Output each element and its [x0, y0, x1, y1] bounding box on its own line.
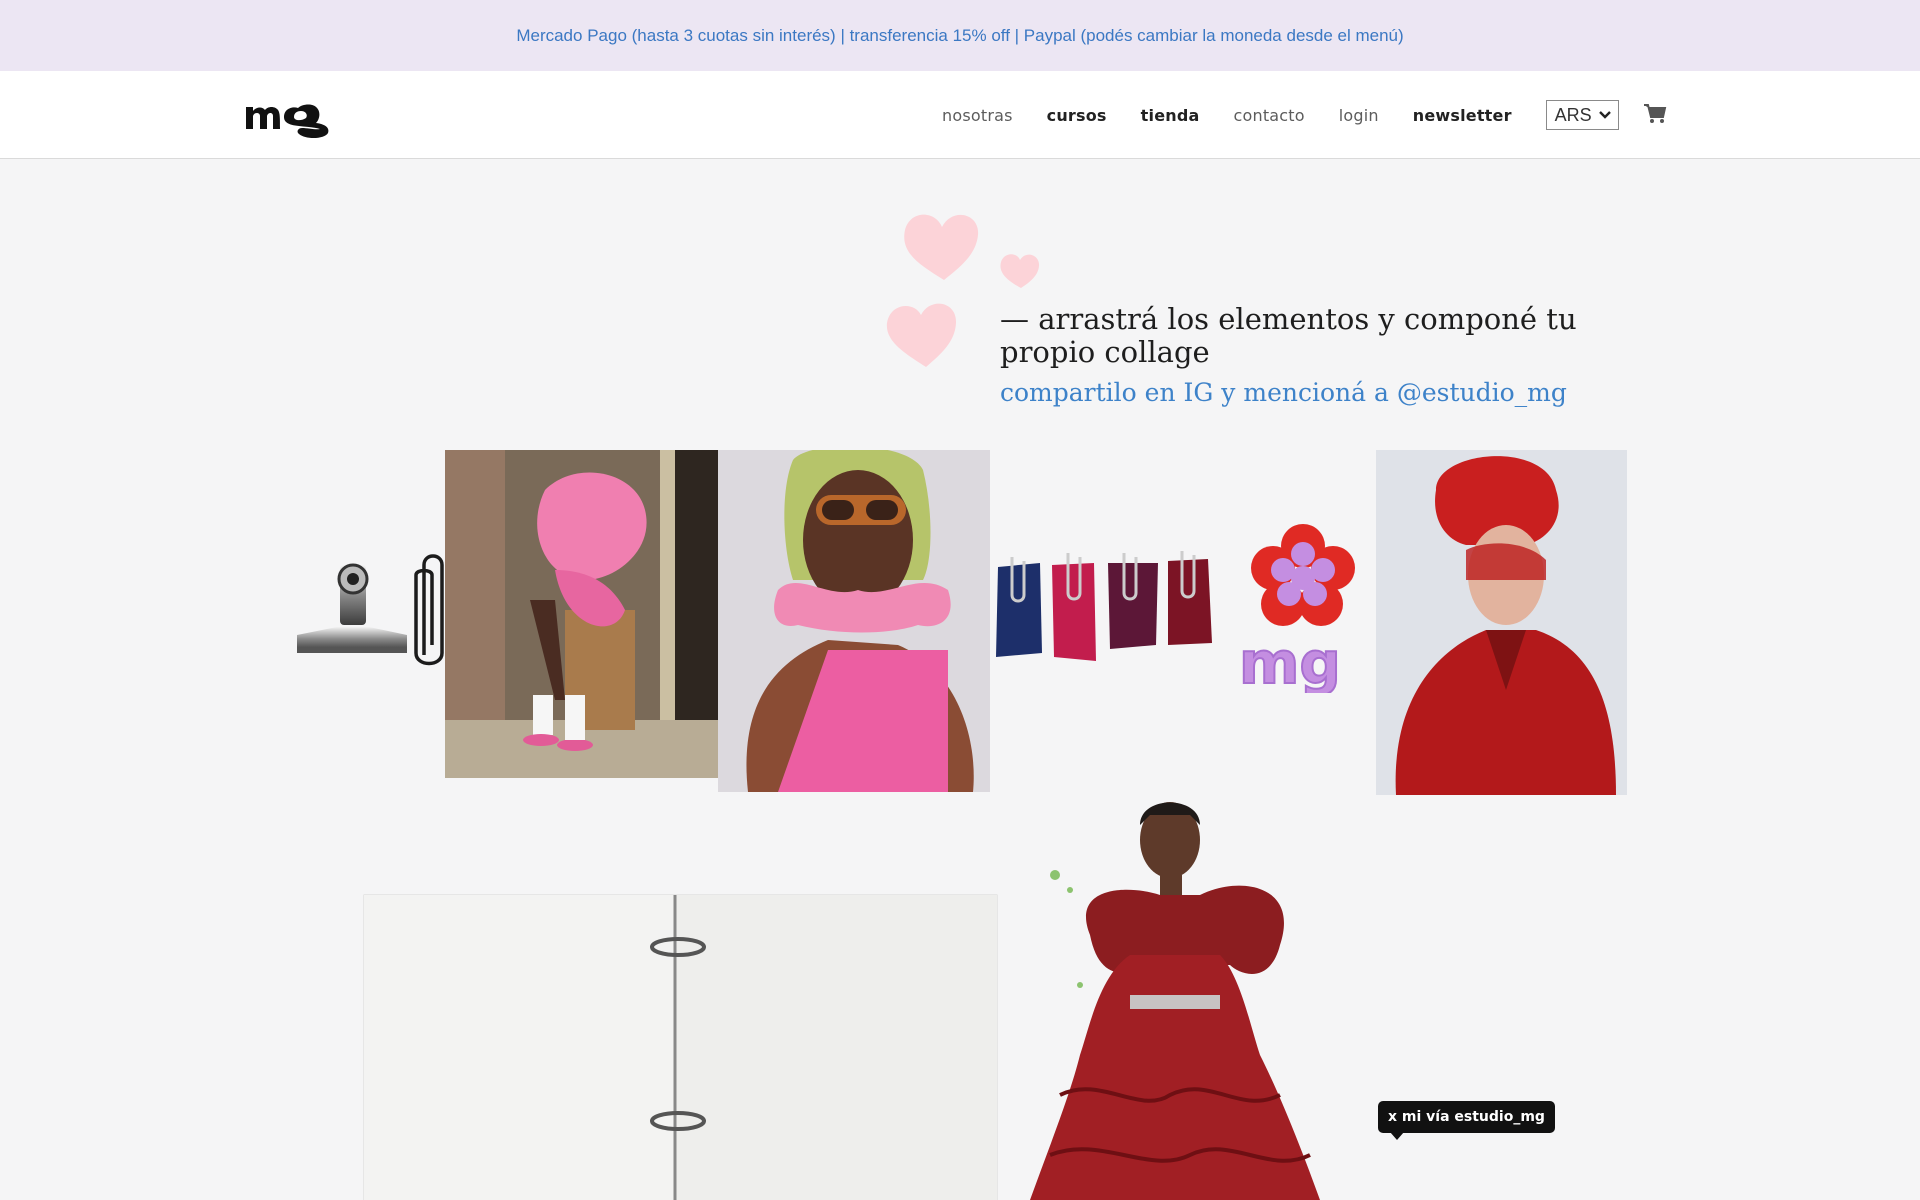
- mg-logo[interactable]: [244, 97, 334, 139]
- promo-text: Mercado Pago (hasta 3 cuotas sin interés…: [516, 25, 1404, 45]
- collage-headline: — arrastrá los elementos y componé tu pr…: [1000, 302, 1577, 369]
- mg-flower-patch-sticker[interactable]: mg: [1235, 518, 1365, 693]
- nav-cursos[interactable]: cursos: [1047, 106, 1107, 125]
- svg-text:mg: mg: [1239, 629, 1341, 693]
- paperclip-sticker[interactable]: [410, 545, 448, 670]
- collage-subline: compartilo en IG y mencioná a @estudio_m…: [1000, 378, 1567, 407]
- nav-nosotras[interactable]: nosotras: [942, 106, 1013, 125]
- chevron-down-icon: [1598, 111, 1611, 119]
- photo-pink-rose-dress[interactable]: [445, 450, 718, 778]
- binder-clip-sticker[interactable]: [295, 555, 413, 660]
- photo-pink-ruffle-collar[interactable]: [718, 450, 990, 792]
- fashion-illustration-sticker[interactable]: [1010, 795, 1380, 1200]
- photo-red-coat[interactable]: [1376, 450, 1627, 795]
- promo-bar: Mercado Pago (hasta 3 cuotas sin interés…: [0, 0, 1920, 71]
- nav-tienda[interactable]: tienda: [1141, 106, 1200, 125]
- ring-notebook-sticker[interactable]: [362, 893, 999, 1200]
- nav-contacto[interactable]: contacto: [1234, 106, 1305, 125]
- currency-select[interactable]: ARS: [1545, 100, 1619, 130]
- site-header: nosotras cursos tienda contacto login ne…: [0, 71, 1920, 159]
- fabric-swatches-sticker[interactable]: [990, 545, 1220, 675]
- main-nav: nosotras cursos tienda contacto login ne…: [942, 71, 1619, 159]
- nav-login[interactable]: login: [1339, 106, 1379, 125]
- nav-newsletter[interactable]: newsletter: [1413, 106, 1512, 125]
- cart-icon[interactable]: [1643, 103, 1667, 125]
- currency-value: ARS: [1554, 104, 1592, 125]
- credit-tooltip: x mi vía estudio_mg: [1378, 1101, 1555, 1140]
